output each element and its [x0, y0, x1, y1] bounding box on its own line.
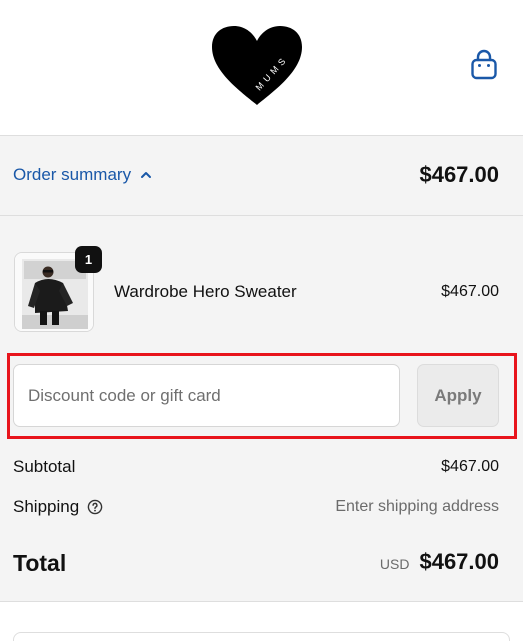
discount-code-input[interactable]: [13, 364, 400, 427]
product-price: $467.00: [441, 283, 499, 300]
total-value-group: USD $467.00: [380, 549, 499, 575]
total-currency: USD: [379, 556, 410, 572]
checkout-header: MUMS: [0, 0, 523, 136]
order-summary-total: $467.00: [419, 162, 499, 187]
brand-logo[interactable]: MUMS: [210, 25, 304, 107]
shipping-label: Shipping: [13, 497, 80, 516]
total-label: Total: [13, 550, 67, 576]
subtotal-value: $467.00: [441, 458, 499, 475]
shipping-value: Enter shipping address: [335, 498, 499, 515]
order-summary-toggle-label: Order summary: [13, 165, 132, 184]
shipping-row-label: Shipping: [13, 497, 103, 517]
apply-discount-button[interactable]: Apply: [417, 364, 499, 427]
next-section-card: [13, 632, 510, 641]
order-summary-toggle[interactable]: Order summary: [13, 165, 153, 185]
question-circle-icon[interactable]: [87, 499, 103, 515]
shopping-bag-icon[interactable]: [469, 49, 499, 81]
subtotal-label: Subtotal: [13, 457, 76, 476]
product-name: Wardrobe Hero Sweater: [114, 282, 297, 301]
quantity-badge: 1: [75, 246, 102, 273]
total-amount: $467.00: [419, 549, 499, 574]
chevron-up-icon: [141, 172, 152, 178]
